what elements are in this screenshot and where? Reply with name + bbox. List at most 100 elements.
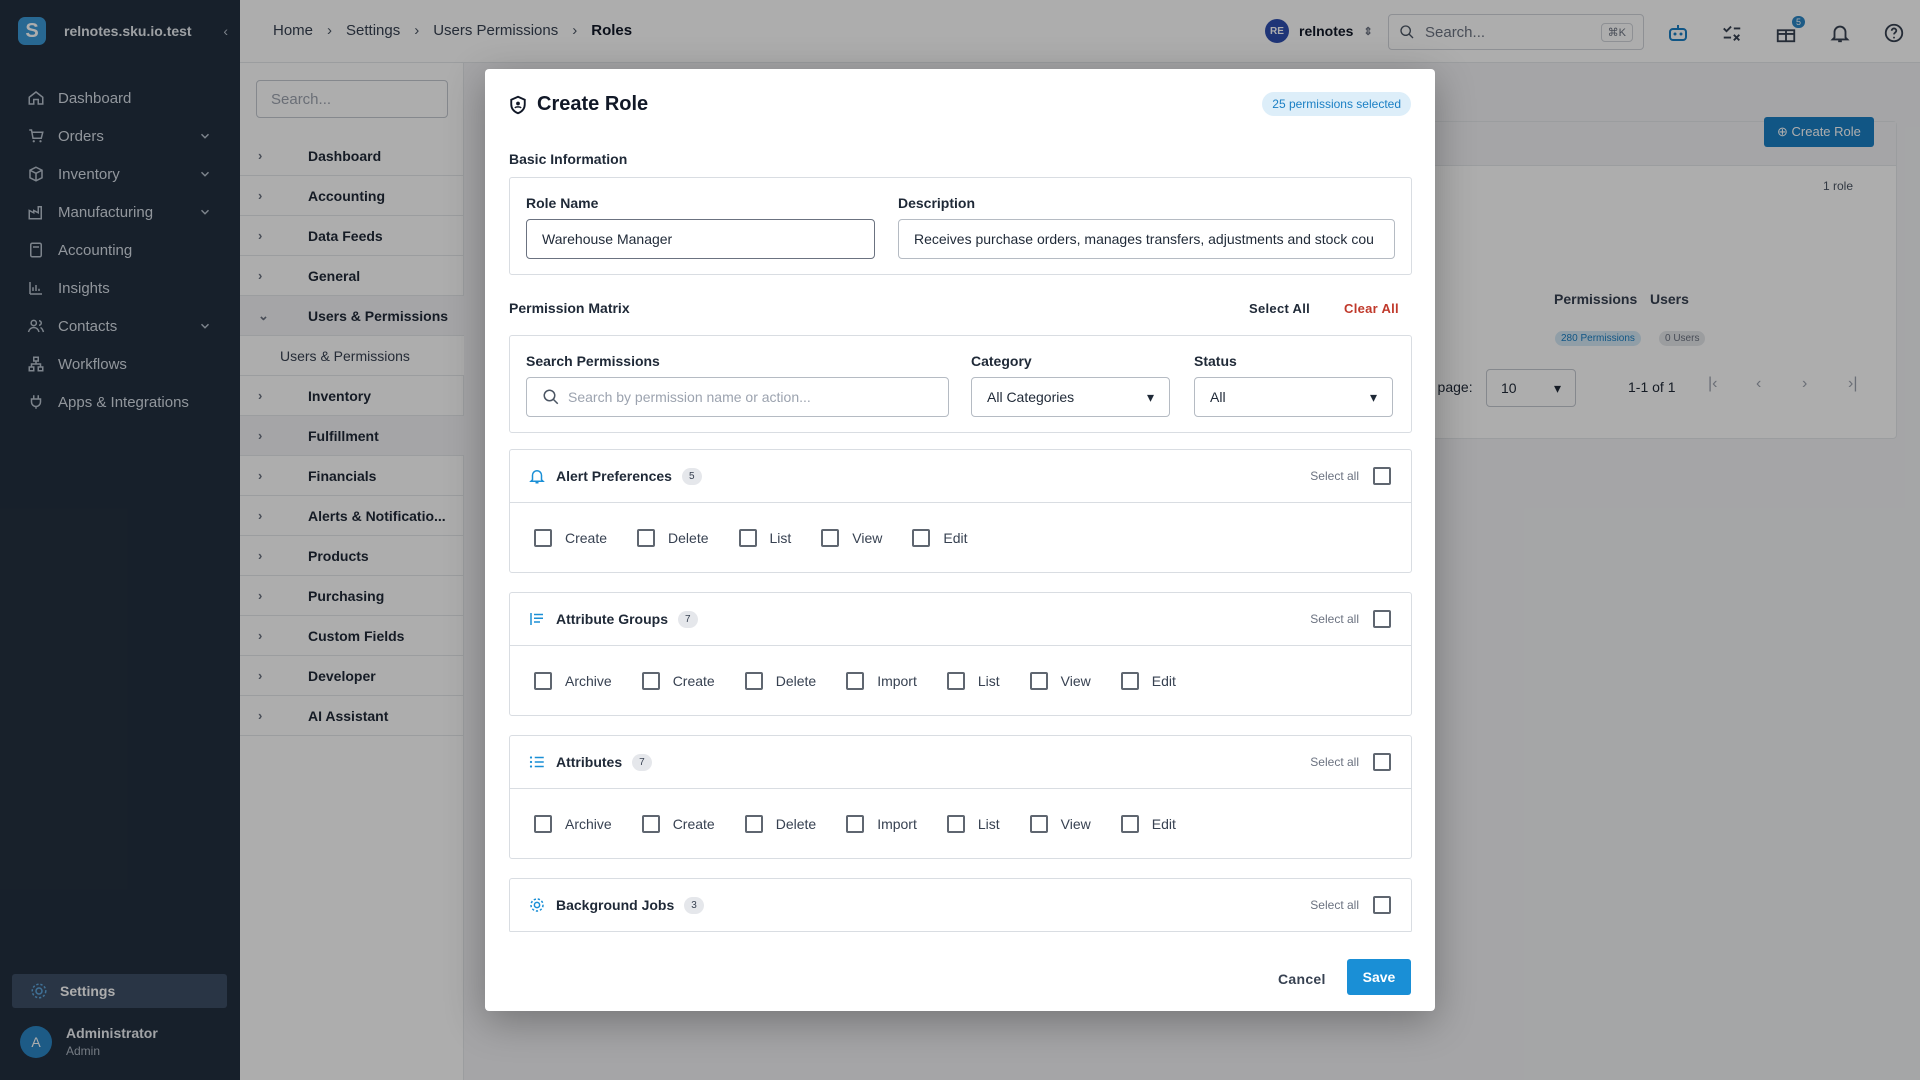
checkbox[interactable] xyxy=(738,528,757,547)
permission-group: Attributes 7 Select all Archive Create Delete… xyxy=(509,735,1412,859)
description-input[interactable]: Receives purchase orders, manages transf… xyxy=(898,219,1395,259)
permission-group-header: Alert Preferences 5 Select all xyxy=(510,450,1411,503)
permission-groups-list[interactable]: Alert Preferences 5 Select all Create Delete… xyxy=(509,449,1412,932)
checkbox[interactable] xyxy=(1120,814,1139,833)
permission-label: Edit xyxy=(943,529,968,546)
permission-checkbox-delete[interactable]: Delete xyxy=(744,814,817,833)
checkbox[interactable] xyxy=(744,814,763,833)
permission-label: Delete xyxy=(775,672,817,689)
caret-down-icon: ▾ xyxy=(1146,388,1154,405)
permission-label: List xyxy=(977,815,1000,832)
permission-checkbox-edit[interactable]: Edit xyxy=(1120,814,1176,833)
group-select-all-checkbox[interactable] xyxy=(1373,753,1391,771)
checkbox[interactable] xyxy=(534,814,552,833)
permission-checkbox-import[interactable]: Import xyxy=(846,671,917,690)
status-value: All xyxy=(1210,389,1226,405)
permission-label: Import xyxy=(877,815,917,832)
dialog-title: Create Role xyxy=(509,93,648,116)
role-name-label: Role Name xyxy=(526,195,599,211)
permission-checkbox-archive[interactable]: Archive xyxy=(534,671,612,690)
search-icon xyxy=(542,388,560,406)
checkbox[interactable] xyxy=(846,814,865,833)
permission-checkbox-create[interactable]: Create xyxy=(641,671,715,690)
permission-checkbox-create[interactable]: Create xyxy=(641,814,715,833)
description-value: Receives purchase orders, manages transf… xyxy=(914,231,1374,247)
bell-icon xyxy=(528,467,546,485)
clear-all-button[interactable]: Clear All xyxy=(1344,301,1399,316)
permission-group-header: Attribute Groups 7 Select all xyxy=(510,593,1411,646)
checkbox[interactable] xyxy=(534,671,552,690)
permission-checkbox-archive[interactable]: Archive xyxy=(534,814,612,833)
checkbox[interactable] xyxy=(1029,671,1048,690)
role-name-value: Warehouse Manager xyxy=(542,231,673,247)
status-label: Status xyxy=(1194,353,1237,369)
save-button[interactable]: Save xyxy=(1347,959,1411,995)
permission-checkbox-view[interactable]: View xyxy=(1029,814,1091,833)
permission-group-count: 7 xyxy=(632,753,652,771)
checkbox[interactable] xyxy=(946,814,965,833)
permission-label: Delete xyxy=(775,815,817,832)
permission-group-count: 7 xyxy=(678,610,698,628)
group-select-all-checkbox[interactable] xyxy=(1373,610,1391,628)
group-select-all-checkbox[interactable] xyxy=(1373,896,1391,914)
basic-info-box: Role Name Warehouse Manager Description … xyxy=(509,177,1412,275)
permission-label: Edit xyxy=(1151,672,1176,689)
permission-group-name: Alert Preferences xyxy=(556,468,672,484)
selected-count-badge: 25 permissions selected xyxy=(1262,92,1411,116)
permission-checkbox-list[interactable]: List xyxy=(946,814,1000,833)
permission-checkbox-view[interactable]: View xyxy=(1029,671,1091,690)
permission-checkbox-edit[interactable]: Edit xyxy=(912,528,968,547)
status-select[interactable]: All ▾ xyxy=(1194,377,1393,417)
checkbox[interactable] xyxy=(534,528,552,547)
checkbox[interactable] xyxy=(821,528,840,547)
search-permissions-label: Search Permissions xyxy=(526,353,660,369)
permission-checkbox-edit[interactable]: Edit xyxy=(1120,671,1176,690)
checkbox[interactable] xyxy=(1029,814,1048,833)
checkbox[interactable] xyxy=(912,528,931,547)
permission-group-body: Archive Create Delete Import List View Edit xyxy=(510,789,1411,858)
permission-checkbox-list[interactable]: List xyxy=(738,528,792,547)
checkbox[interactable] xyxy=(744,671,763,690)
permission-group-header: Background Jobs 3 Select all xyxy=(510,879,1411,932)
checkbox[interactable] xyxy=(846,671,865,690)
checkbox[interactable] xyxy=(641,814,660,833)
permission-label: List xyxy=(769,529,792,546)
basic-info-title: Basic Information xyxy=(509,151,628,167)
cancel-button[interactable]: Cancel xyxy=(1278,971,1326,987)
permission-group-name: Background Jobs xyxy=(556,897,675,913)
permission-checkbox-create[interactable]: Create xyxy=(534,528,607,547)
permission-checkbox-delete[interactable]: Delete xyxy=(637,528,709,547)
permission-checkbox-delete[interactable]: Delete xyxy=(744,671,817,690)
role-name-input[interactable]: Warehouse Manager xyxy=(526,219,875,259)
permission-label: Archive xyxy=(565,815,612,832)
permission-label: Create xyxy=(672,815,715,832)
checkbox[interactable] xyxy=(946,671,965,690)
permission-label: Import xyxy=(877,672,917,689)
group-select-all-label: Select all xyxy=(1310,755,1359,769)
permission-group-count: 3 xyxy=(684,896,704,914)
permission-label: Create xyxy=(672,672,715,689)
permission-label: Archive xyxy=(565,672,612,689)
permission-checkbox-list[interactable]: List xyxy=(946,671,1000,690)
permission-label: View xyxy=(1060,815,1091,832)
permission-checkbox-view[interactable]: View xyxy=(821,528,882,547)
permission-label: Delete xyxy=(668,529,709,546)
permission-group-name: Attributes xyxy=(556,754,623,770)
permission-checkbox-import[interactable]: Import xyxy=(846,814,917,833)
checkbox[interactable] xyxy=(1120,671,1139,690)
description-label: Description xyxy=(898,195,976,211)
bulleted-list-icon xyxy=(528,753,546,771)
shield-icon xyxy=(509,95,527,115)
permission-group: Alert Preferences 5 Select all Create Delete… xyxy=(509,449,1412,573)
create-role-dialog: Create Role 25 permissions selected Basi… xyxy=(485,69,1435,1011)
group-select-all-checkbox[interactable] xyxy=(1373,467,1391,485)
search-permissions-input[interactable]: Search by permission name or action... xyxy=(526,377,949,417)
group-select-all-label: Select all xyxy=(1310,469,1359,483)
group-select-all-label: Select all xyxy=(1310,898,1359,912)
dialog-title-text: Create Role xyxy=(537,93,649,115)
checkbox[interactable] xyxy=(637,528,656,547)
select-all-button[interactable]: Select All xyxy=(1249,301,1310,316)
category-select[interactable]: All Categories ▾ xyxy=(971,377,1170,417)
checkbox[interactable] xyxy=(641,671,660,690)
permission-group-header: Attributes 7 Select all xyxy=(510,736,1411,789)
